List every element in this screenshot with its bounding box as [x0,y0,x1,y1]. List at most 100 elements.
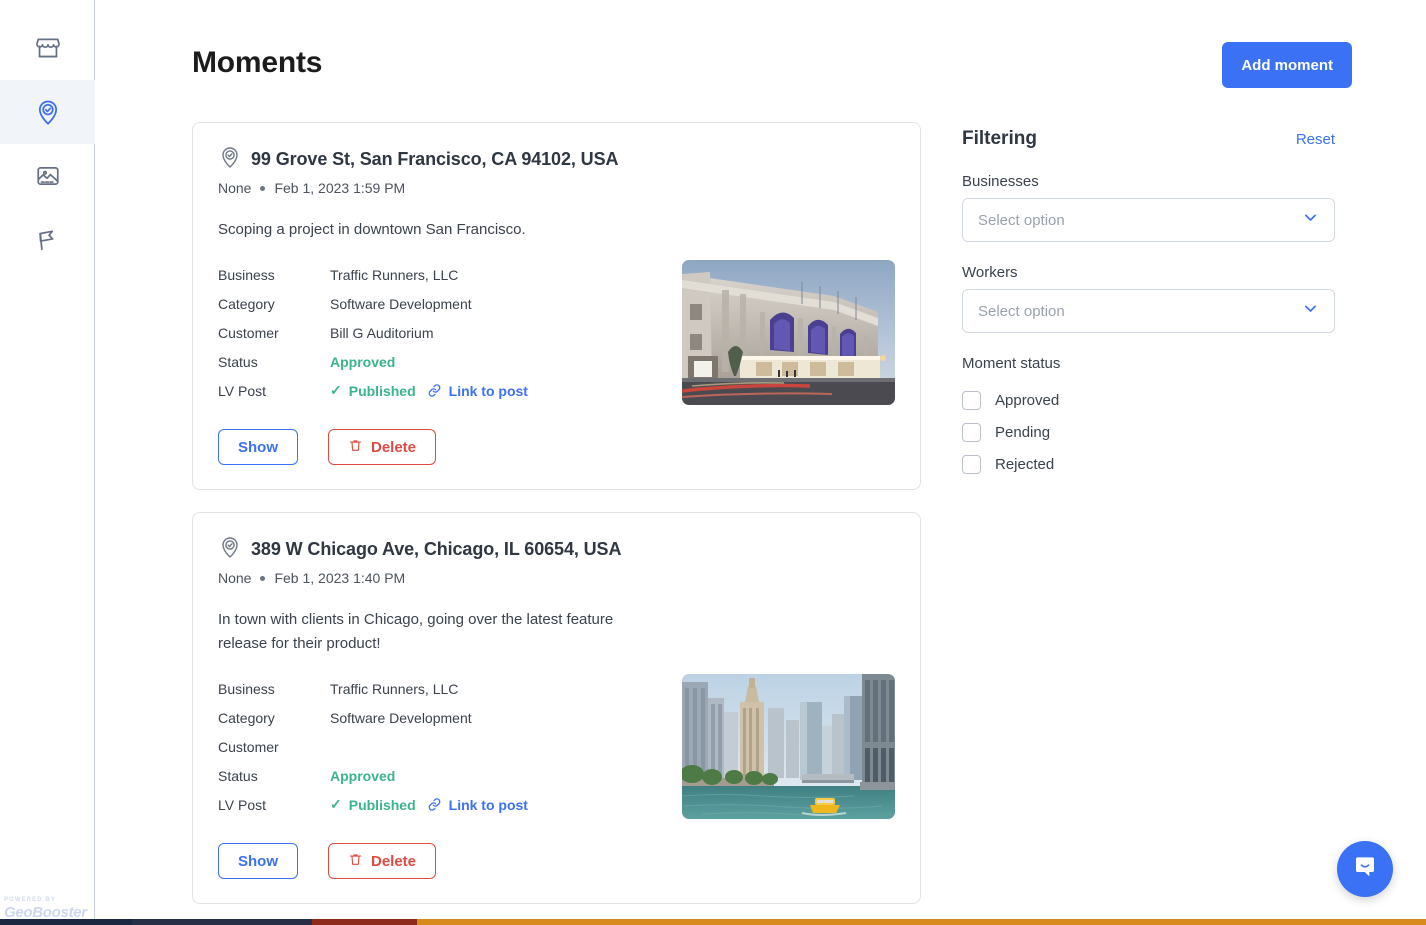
moment-actions: Show Delete [218,429,895,465]
delete-button[interactable]: Delete [328,843,436,879]
sidebar-nav [0,0,94,272]
body-columns: 99 Grove St, San Francisco, CA 94102, US… [192,122,1352,925]
reset-filters-link[interactable]: Reset [1296,131,1335,148]
moment-worker: None [218,180,251,196]
detail-value: Bill G Auditorium [330,325,433,341]
link-to-post-link[interactable]: Link to post [449,383,528,399]
checkbox-box[interactable] [962,391,981,410]
businesses-label: Businesses [962,173,1335,190]
moment-timestamp: Feb 1, 2023 1:40 PM [274,570,405,586]
moments-list: 99 Grove St, San Francisco, CA 94102, US… [192,122,921,925]
moment-body: Business Traffic Runners, LLC Category S… [218,674,895,819]
strip-segment [312,919,417,925]
detail-label: Business [218,267,330,283]
published-label: Published [349,797,416,813]
moment-meta: None Feb 1, 2023 1:40 PM [218,570,895,586]
moment-card-header: 389 W Chicago Ave, Chicago, IL 60654, US… [218,535,895,564]
checkbox-box[interactable] [962,455,981,474]
sidebar-item-gallery[interactable] [0,144,95,208]
moment-details: Business Traffic Runners, LLC Category S… [218,674,664,819]
moment-status-label: Moment status [962,355,1335,372]
checkbox-label: Rejected [995,456,1054,473]
sidebar-item-campaigns[interactable] [0,208,95,272]
content-area: Moments Add moment [192,30,1352,925]
trash-icon [348,852,363,871]
detail-label: Status [218,354,330,370]
detail-value: Traffic Runners, LLC [330,681,458,697]
moment-description: In town with clients in Chicago, going o… [218,608,666,656]
detail-row-category: Category Software Development [218,289,664,318]
delete-button[interactable]: Delete [328,429,436,465]
moment-meta: None Feb 1, 2023 1:59 PM [218,180,895,196]
brand-logo: POWERED BY GeoBooster [4,896,90,921]
moment-actions: Show Delete [218,843,895,879]
sidebar-item-moments[interactable] [0,80,95,144]
status-badge: Approved [330,354,395,370]
moment-card: 389 W Chicago Ave, Chicago, IL 60654, US… [192,512,921,904]
detail-value: Software Development [330,710,472,726]
detail-row-status: Status Approved [218,347,664,376]
status-checkbox-rejected[interactable]: Rejected [962,448,1335,480]
moment-card-header: 99 Grove St, San Francisco, CA 94102, US… [218,145,895,174]
moment-thumbnail[interactable] [682,674,895,819]
bottom-artifact-strip [0,919,1426,925]
status-checkbox-pending[interactable]: Pending [962,416,1335,448]
chevron-down-icon [1302,300,1319,322]
check-icon: ✓ [330,796,342,813]
strip-segment [132,919,312,925]
filtering-title: Filtering [962,128,1037,150]
location-pin-check-icon [218,145,242,174]
chevron-down-icon [1302,209,1319,231]
auditorium-photo [682,260,895,405]
location-pin-check-icon [218,535,242,564]
page-title: Moments [192,30,322,83]
detail-row-lv-post: LV Post ✓ Published [218,790,664,819]
moment-thumbnail[interactable] [682,260,895,405]
detail-row-customer: Customer Bill G Auditorium [218,318,664,347]
show-button[interactable]: Show [218,843,298,879]
filtering-header: Filtering Reset [962,128,1335,150]
strip-segment [417,919,1426,925]
moment-address: 99 Grove St, San Francisco, CA 94102, US… [251,149,618,170]
moment-worker: None [218,570,251,586]
workers-select-value: Select option [978,303,1065,320]
status-badge: Approved [330,768,395,784]
published-label: Published [349,383,416,399]
delete-button-label: Delete [371,439,416,456]
delete-button-label: Delete [371,853,416,870]
detail-row-status: Status Approved [218,761,664,790]
detail-label: LV Post [218,797,330,813]
link-icon [427,383,442,398]
trash-icon [348,438,363,457]
detail-row-business: Business Traffic Runners, LLC [218,260,664,289]
meta-separator-dot [260,186,265,191]
lv-post-value: ✓ Published Link to post [330,796,528,813]
meta-separator-dot [260,576,265,581]
detail-label: Status [218,768,330,784]
link-to-post-link[interactable]: Link to post [449,797,528,813]
lv-post-value: ✓ Published Link to post [330,382,528,399]
main-region: Moments Add moment [95,0,1426,925]
flag-icon [35,227,61,253]
moment-description: Scoping a project in downtown San Franci… [218,218,666,242]
businesses-select[interactable]: Select option [962,198,1335,242]
detail-label: Category [218,296,330,312]
status-checkbox-approved[interactable]: Approved [962,384,1335,416]
detail-label: Business [218,681,330,697]
detail-label: LV Post [218,383,330,399]
sidebar-item-storefront[interactable] [0,16,95,80]
strip-segment [0,919,132,925]
checkbox-box[interactable] [962,423,981,442]
checkbox-label: Approved [995,392,1059,409]
storefront-icon [35,35,61,61]
add-moment-button[interactable]: Add moment [1222,42,1352,88]
detail-label: Customer [218,739,330,755]
filtering-panel: Filtering Reset Businesses Select option… [962,122,1335,925]
workers-select[interactable]: Select option [962,289,1335,333]
moment-timestamp: Feb 1, 2023 1:59 PM [274,180,405,196]
show-button[interactable]: Show [218,429,298,465]
detail-label: Category [218,710,330,726]
chat-widget-button[interactable] [1337,841,1393,897]
chicago-river-photo [682,674,895,819]
moment-card: 99 Grove St, San Francisco, CA 94102, US… [192,122,921,490]
